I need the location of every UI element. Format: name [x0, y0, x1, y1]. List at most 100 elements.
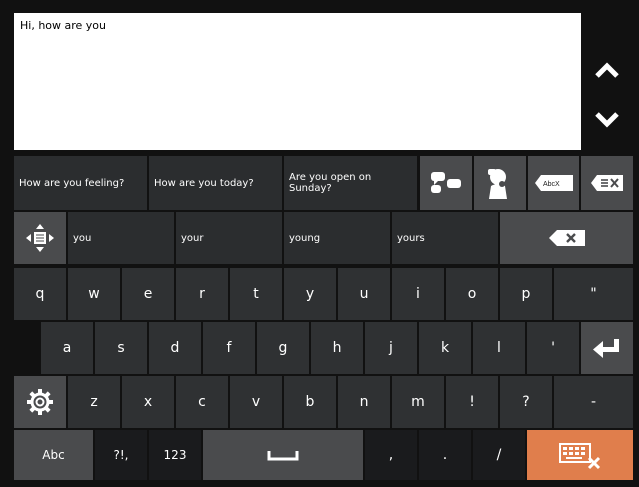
abc-mode-button[interactable]: Abc: [14, 430, 93, 480]
text-input[interactable]: Hi, how are you: [14, 13, 581, 150]
key-slash[interactable]: /: [473, 430, 525, 480]
symbols-mode-button[interactable]: ?!,: [95, 430, 147, 480]
key-r[interactable]: r: [176, 268, 228, 320]
key-b[interactable]: b: [284, 376, 336, 428]
key-label: ?!,: [113, 448, 129, 462]
key-label: Abc: [42, 448, 65, 462]
key-y[interactable]: y: [284, 268, 336, 320]
delete-word-button[interactable]: AbcX: [528, 156, 579, 210]
key-j[interactable]: j: [365, 322, 417, 374]
key-label: u: [359, 286, 369, 302]
prediction-1[interactable]: you: [68, 212, 174, 264]
key-label: k: [440, 340, 450, 356]
key-q[interactable]: q: [14, 268, 66, 320]
key-label: v: [251, 394, 261, 410]
key-d[interactable]: d: [149, 322, 201, 374]
key-label: .: [442, 447, 448, 463]
key-label: f: [226, 340, 232, 356]
prediction-3[interactable]: young: [284, 212, 390, 264]
key-label: /: [496, 447, 502, 463]
key-p[interactable]: p: [500, 268, 552, 320]
key-g[interactable]: g: [257, 322, 309, 374]
prediction-2[interactable]: your: [176, 212, 282, 264]
key-label: l: [497, 340, 501, 356]
key-f[interactable]: f: [203, 322, 255, 374]
prediction-label: young: [289, 232, 321, 244]
key-l[interactable]: l: [473, 322, 525, 374]
key-question[interactable]: ?: [500, 376, 552, 428]
key-label: d: [170, 340, 180, 356]
key-exclamation[interactable]: !: [446, 376, 498, 428]
key-u[interactable]: u: [338, 268, 390, 320]
key-label: a: [62, 340, 72, 356]
key-label: x: [143, 394, 153, 410]
text-value: Hi, how are you: [20, 19, 107, 32]
key-e[interactable]: e: [122, 268, 174, 320]
prediction-label: you: [73, 232, 92, 244]
suggestion-label: How are you today?: [154, 177, 254, 189]
key-c[interactable]: c: [176, 376, 228, 428]
scroll-up-button[interactable]: [587, 50, 627, 90]
key-v[interactable]: v: [230, 376, 282, 428]
key-label: ,: [388, 447, 394, 463]
key-label: m: [411, 394, 425, 410]
key-label: 123: [163, 448, 187, 462]
settings-button[interactable]: [14, 376, 66, 428]
backspace-button[interactable]: [500, 212, 633, 264]
key-double-quote[interactable]: ": [554, 268, 633, 320]
key-label: r: [199, 286, 205, 302]
key-t[interactable]: t: [230, 268, 282, 320]
key-a[interactable]: a: [41, 322, 93, 374]
move-cursor-button[interactable]: [14, 212, 66, 264]
key-k[interactable]: k: [419, 322, 471, 374]
key-label: !: [469, 394, 475, 410]
key-label: -: [590, 394, 597, 410]
key-n[interactable]: n: [338, 376, 390, 428]
clear-text-icon: [591, 175, 623, 191]
key-apostrophe[interactable]: ': [527, 322, 579, 374]
key-s[interactable]: s: [95, 322, 147, 374]
suggestion-label: How are you feeling?: [19, 177, 125, 189]
enter-button[interactable]: [581, 322, 633, 374]
space-key[interactable]: [203, 430, 363, 480]
gear-icon: [27, 389, 53, 415]
delete-word-icon: AbcX: [534, 175, 573, 191]
key-z[interactable]: z: [68, 376, 120, 428]
speaking-head-icon: [488, 169, 507, 199]
key-label: s: [117, 340, 125, 356]
key-label: c: [198, 394, 206, 410]
key-x[interactable]: x: [122, 376, 174, 428]
enter-icon: [593, 339, 619, 358]
key-label: w: [88, 286, 100, 302]
suggestion-1[interactable]: How are you feeling?: [14, 156, 147, 210]
delete-word-label: AbcX: [543, 181, 560, 188]
scroll-down-button[interactable]: [587, 100, 627, 140]
key-h[interactable]: h: [311, 322, 363, 374]
clear-all-button[interactable]: [581, 156, 633, 210]
key-label: ': [551, 340, 555, 356]
prediction-label: your: [181, 232, 204, 244]
key-m[interactable]: m: [392, 376, 444, 428]
prediction-4[interactable]: yours: [392, 212, 498, 264]
key-period[interactable]: .: [419, 430, 471, 480]
key-label: z: [90, 394, 98, 410]
phrases-button[interactable]: [420, 156, 472, 210]
suggestion-2[interactable]: How are you today?: [149, 156, 282, 210]
key-label: h: [332, 340, 342, 356]
key-w[interactable]: w: [68, 268, 120, 320]
key-o[interactable]: o: [446, 268, 498, 320]
key-comma[interactable]: ,: [365, 430, 417, 480]
suggestion-3[interactable]: Are you open on Sunday?: [284, 156, 417, 210]
key-label: g: [278, 340, 288, 356]
key-label: ": [590, 286, 597, 302]
key-label: j: [389, 340, 393, 356]
hide-keyboard-button[interactable]: [527, 430, 633, 480]
speak-button[interactable]: [474, 156, 526, 210]
key-i[interactable]: i: [392, 268, 444, 320]
key-label: t: [253, 286, 259, 302]
key-label: o: [467, 286, 477, 302]
key-hyphen[interactable]: -: [554, 376, 633, 428]
numbers-mode-button[interactable]: 123: [149, 430, 201, 480]
key-label: p: [521, 286, 531, 302]
key-label: i: [416, 286, 420, 302]
